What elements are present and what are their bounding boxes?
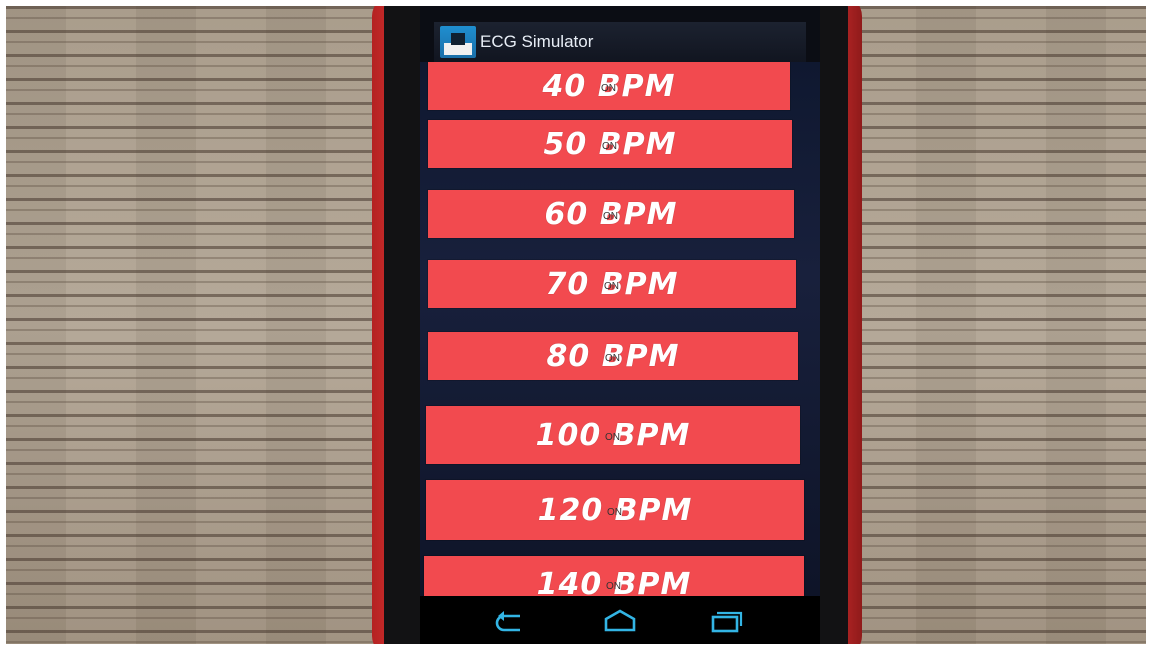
home-icon [604,609,636,632]
app-title: ECG Simulator [480,32,594,51]
rate-button-70[interactable]: 70 BPM ON [428,260,796,308]
rate-button-60[interactable]: 60 BPM ON [428,190,794,238]
rate-button-80[interactable]: 80 BPM ON [428,332,798,380]
rate-list: 40 BPM ON 50 BPM ON 60 BPM ON 70 BPM ON … [420,62,820,596]
recents-button[interactable] [704,606,748,636]
rate-button-40[interactable]: 40 BPM ON [428,62,790,110]
navigation-bar [420,596,820,644]
home-button[interactable] [598,606,642,636]
ecg-app-icon [440,26,476,58]
toggle-state: ON [606,581,621,592]
rate-button-120[interactable]: 120 BPM ON [426,480,804,540]
rate-button-140[interactable]: 140 BPM ON [424,556,804,596]
toggle-state: ON [601,83,616,94]
recents-icon [711,611,743,633]
action-bar: ECG Simulator [434,22,806,62]
rate-button-50[interactable]: 50 BPM ON [428,120,792,168]
toggle-state: ON [604,281,619,292]
photo-background: ECG Simulator 40 BPM ON 50 BPM ON 60 BPM… [6,6,1146,644]
phone-screen: ECG Simulator 40 BPM ON 50 BPM ON 60 BPM… [420,6,820,644]
toggle-state: ON [605,353,620,364]
back-button[interactable] [488,606,532,636]
rate-button-100[interactable]: 100 BPM ON [426,406,800,464]
toggle-state: ON [603,211,618,222]
toggle-state: ON [602,141,617,152]
toggle-state: ON [605,432,620,443]
back-icon [495,611,520,632]
toggle-state: ON [607,507,622,518]
